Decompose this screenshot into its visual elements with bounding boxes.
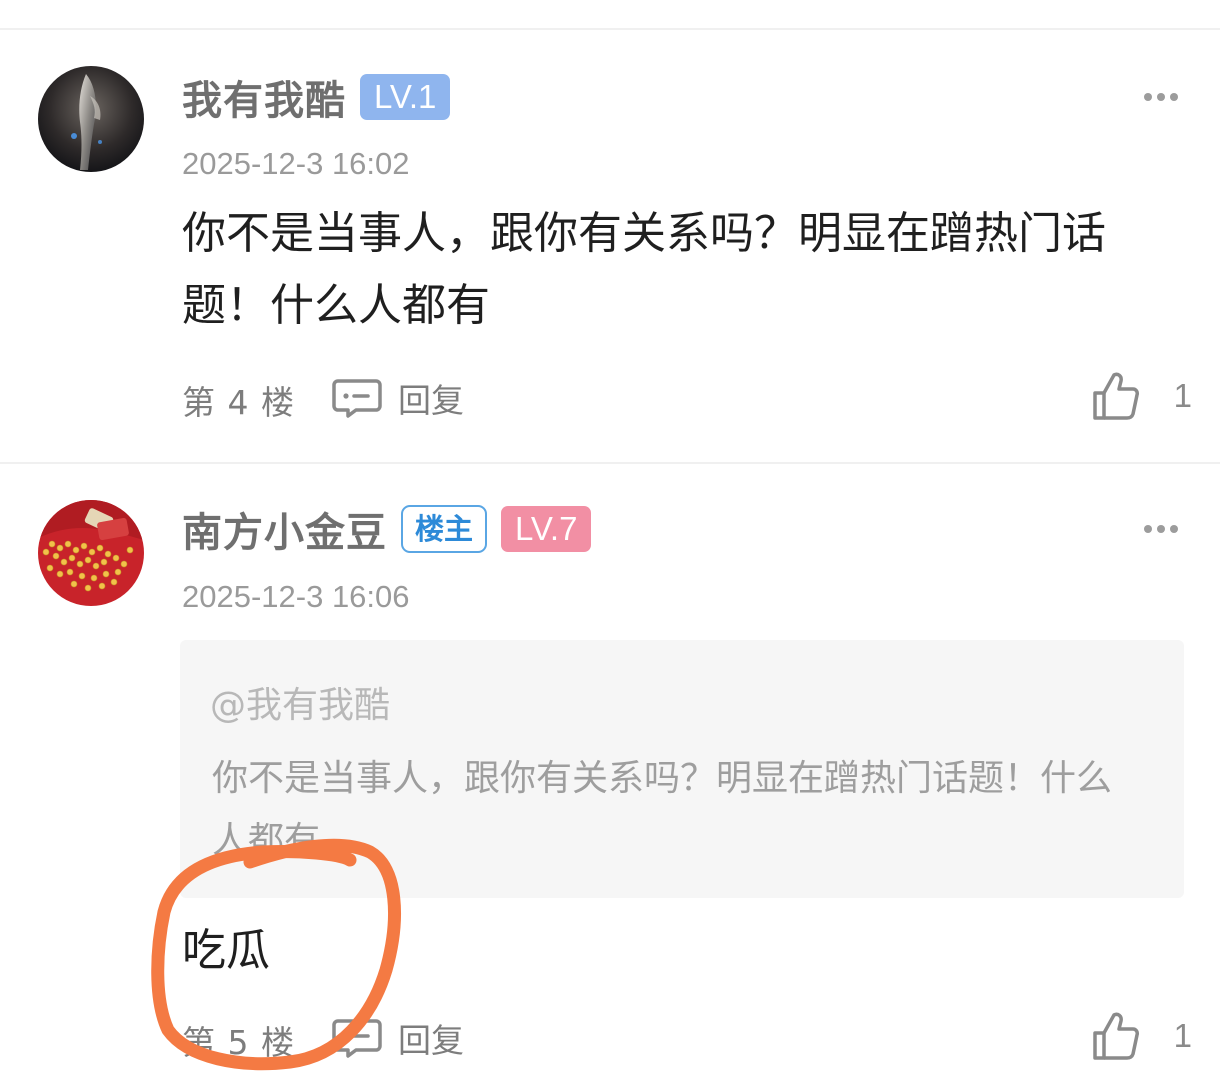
quoted-text: 你不是当事人，跟你有关系吗？明显在蹭热门话题！什么人都有 [212, 758, 1113, 861]
comment-text: 吃瓜 [182, 925, 270, 976]
username[interactable]: 南方小金豆 [182, 500, 387, 558]
quoted-comment[interactable]: @我有我酷 你不是当事人，跟你有关系吗？明显在蹭热门话题！什么人都有 [180, 640, 1184, 898]
like-count: 1 [1173, 377, 1192, 414]
timestamp: 2025-12-3 16:06 [182, 579, 410, 614]
reply-button[interactable]: 回复 [332, 372, 464, 424]
level-badge: LV.1 [360, 74, 451, 120]
comment-bubble-icon [332, 379, 382, 418]
like-count: 1 [1173, 1017, 1192, 1054]
top-divider [0, 28, 1220, 30]
name-row: 南方小金豆 楼主 LV.7 [182, 504, 592, 556]
floor-number: 第 5 楼 [182, 1023, 295, 1062]
reply-label: 回复 [398, 381, 464, 420]
name-row: 我有我酷 LV.1 [182, 72, 451, 124]
reply-label: 回复 [398, 1021, 464, 1060]
thumbs-up-icon [1092, 1012, 1139, 1060]
like-button[interactable]: 1 [1092, 1006, 1192, 1066]
comment-bubble-icon [332, 1019, 382, 1058]
comment-footer: 第 4 楼 回复 1 [182, 372, 1192, 424]
comment-divider [0, 462, 1220, 464]
avatar[interactable] [38, 66, 144, 172]
floor-number: 第 4 楼 [182, 383, 295, 422]
owner-badge: 楼主 [401, 505, 488, 553]
quoted-username[interactable]: @我有我酷 [210, 676, 390, 728]
comment-footer: 第 5 楼 回复 1 [182, 1012, 1192, 1064]
level-badge: LV.7 [501, 506, 592, 552]
reply-button[interactable]: 回复 [332, 1012, 464, 1064]
more-dots-icon[interactable] [1144, 524, 1178, 534]
timestamp: 2025-12-3 16:02 [182, 146, 410, 181]
thumbs-up-icon [1092, 372, 1139, 420]
like-button[interactable]: 1 [1092, 366, 1192, 426]
comment-text: 你不是当事人，跟你有关系吗？明显在蹭热门话题！什么人都有 [182, 208, 1106, 331]
avatar[interactable] [38, 500, 144, 606]
more-dots-icon[interactable] [1144, 92, 1178, 102]
username[interactable]: 我有我酷 [182, 68, 346, 126]
